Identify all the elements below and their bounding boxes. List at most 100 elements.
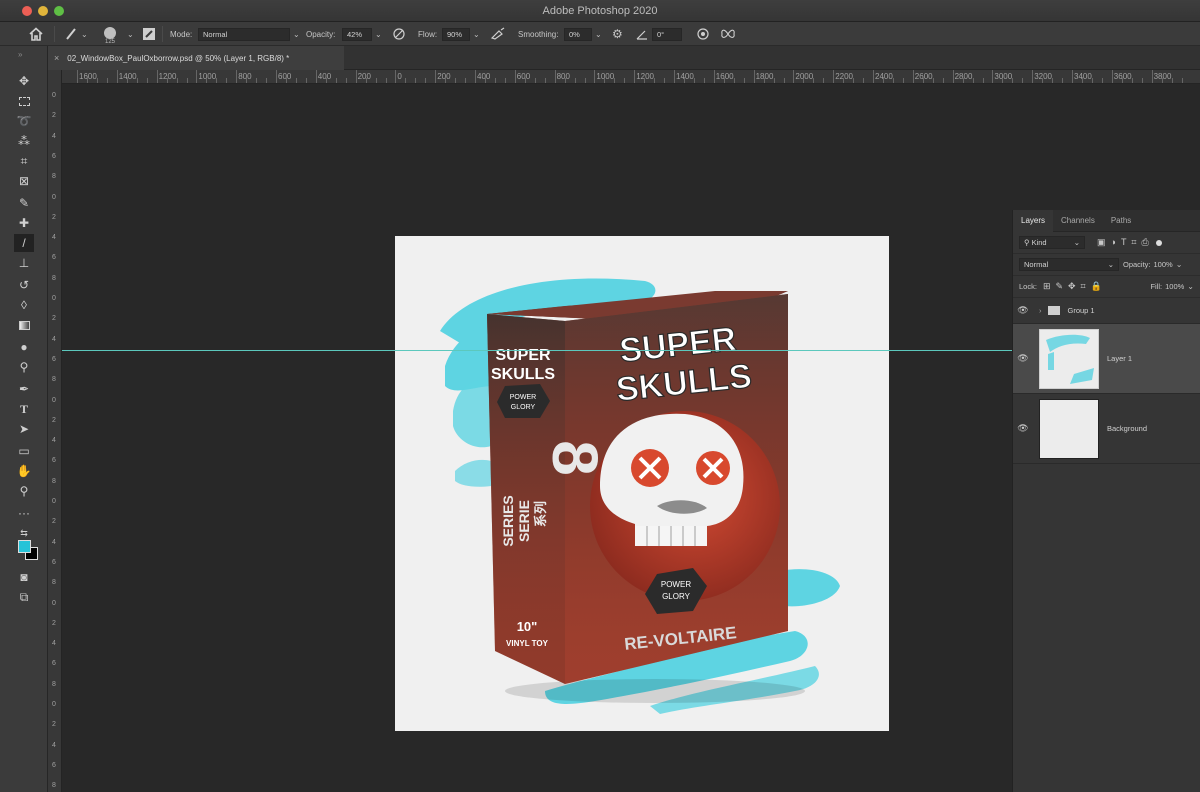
flow-input[interactable]: 90% ⌄ xyxy=(442,22,480,46)
pressure-size-toggle[interactable] xyxy=(696,22,710,46)
ruler-minor-mark xyxy=(564,78,566,83)
opacity-input[interactable]: 42% ⌄ xyxy=(342,22,382,46)
tools-collapse-icon[interactable]: » xyxy=(18,50,22,59)
ruler-tick-label: 6 xyxy=(52,660,56,668)
ruler-minor-mark xyxy=(375,78,377,83)
expand-chevron-icon[interactable]: › xyxy=(1039,306,1042,315)
pen-tool-icon[interactable]: ✒ xyxy=(14,380,34,398)
ruler-tick-label: 6 xyxy=(52,355,56,363)
ruler-tick-mark xyxy=(1072,70,1073,83)
ruler-minor-mark xyxy=(1062,78,1064,83)
path-selection-tool-icon[interactable]: ➤ xyxy=(14,420,34,438)
brush-settings-panel-button[interactable] xyxy=(142,22,156,46)
ruler-minor-mark xyxy=(863,78,865,83)
app-title: Adobe Photoshop 2020 xyxy=(542,5,658,17)
tab-paths[interactable]: Paths xyxy=(1103,210,1139,232)
pressure-opacity-toggle[interactable] xyxy=(392,22,406,46)
opacity-value: 42% xyxy=(342,27,372,41)
smoothing-input[interactable]: 0% ⌄ xyxy=(564,22,602,46)
document-tab[interactable]: × 02_WindowBox_PaulOxborrow.psd @ 50% (L… xyxy=(48,46,344,70)
ruler-minor-mark xyxy=(723,78,725,83)
flow-value: 90% xyxy=(442,27,470,41)
lock-label: Lock: xyxy=(1019,282,1037,291)
layer-opacity-value[interactable]: 100% xyxy=(1154,260,1173,269)
blur-tool-icon[interactable]: ● xyxy=(14,338,34,356)
ruler-minor-mark xyxy=(1171,78,1173,83)
brush-angle-value: 0° xyxy=(652,27,682,41)
type-tool-icon[interactable]: T xyxy=(14,400,34,418)
home-icon[interactable] xyxy=(28,22,44,46)
brush-tool-preset-button[interactable]: ⌄ xyxy=(64,22,88,46)
ruler-minor-mark xyxy=(455,78,457,83)
clone-stamp-tool-icon[interactable]: ⊥ xyxy=(14,254,34,272)
eraser-tool-icon[interactable]: ◊ xyxy=(14,296,34,314)
ruler-minor-mark xyxy=(465,78,467,83)
lock-icons[interactable]: ⊞✎✥⌗🔒 xyxy=(1043,281,1107,292)
ruler-minor-mark xyxy=(266,78,268,83)
visibility-eye-icon[interactable]: 👁 xyxy=(1013,305,1033,316)
layer-name: Layer 1 xyxy=(1107,354,1133,363)
fill-value[interactable]: 100% xyxy=(1165,282,1184,291)
horizontal-guide[interactable] xyxy=(62,350,1012,351)
crop-tool-icon[interactable]: ⌗ xyxy=(14,152,34,170)
magic-wand-tool-icon[interactable]: ⁂ xyxy=(14,132,34,150)
layer-row-background[interactable]: 👁 Background xyxy=(1013,394,1200,464)
ruler-tick-label: 2 xyxy=(52,213,56,221)
filter-kind-select[interactable]: ⚲ Kind ⌄ xyxy=(1019,236,1085,249)
dodge-tool-icon[interactable]: ⚲ xyxy=(14,358,34,376)
document-canvas[interactable]: SUPER SKULLS SUPER SKULLS POWER GLORY 8 … xyxy=(395,236,889,731)
blend-mode-select[interactable]: Normal ⌄ xyxy=(1019,258,1119,271)
flow-label: Flow: xyxy=(418,29,438,39)
close-tab-icon[interactable]: × xyxy=(54,53,59,63)
move-tool-icon[interactable]: ✥ xyxy=(14,72,34,90)
filter-toggle-icon[interactable] xyxy=(1155,239,1162,246)
airbrush-toggle[interactable] xyxy=(490,22,506,46)
badge-line2: GLORY xyxy=(662,592,691,601)
ruler-minor-mark xyxy=(485,78,486,83)
ruler-tick-mark xyxy=(77,70,78,83)
symmetry-butterfly-icon[interactable] xyxy=(720,22,736,46)
ruler-tick-label: 2 xyxy=(52,721,56,729)
visibility-eye-icon[interactable]: 👁 xyxy=(1013,353,1033,364)
vertical-ruler[interactable]: 0 2 4 6 8 0 2 4 6 8 0 2 4 6 8 0 2 4 6 8 0 2 4 6 8 0 2 4 6 8 0 2 4 6 8 xyxy=(48,70,62,792)
zoom-tool-icon[interactable]: ⚲ xyxy=(14,482,34,500)
screen-mode-icon[interactable]: ⧉ xyxy=(14,588,34,606)
brush-size-chevron-icon[interactable]: ⌄ xyxy=(127,30,134,39)
ruler-minor-mark xyxy=(1141,78,1143,83)
layer-row-group[interactable]: 👁 › Group 1 xyxy=(1013,298,1200,324)
lasso-tool-icon[interactable]: ➰ xyxy=(14,112,34,130)
panel-tabs: Layers Channels Paths xyxy=(1013,209,1200,232)
tools-panel: » ✥ ➰ ⁂ ⌗ ⊠ ✎ ✚ / ⊥ ↺ ◊ ● ⚲ ✒ T ➤ ▭ ✋ ⚲ … xyxy=(0,46,48,792)
brush-size-picker[interactable]: 125 xyxy=(104,22,116,46)
layer-name: Background xyxy=(1107,424,1148,433)
quick-mask-icon[interactable]: ◙ xyxy=(14,568,34,586)
ruler-minor-mark xyxy=(813,78,815,83)
brush-angle-input[interactable]: 0° xyxy=(652,22,682,46)
ruler-minor-mark xyxy=(1022,78,1024,83)
ruler-tick-label: 0 xyxy=(52,92,56,99)
filter-type-icons[interactable]: ▣◑T⌗⎙ xyxy=(1097,237,1154,248)
ruler-tick-label: 800 xyxy=(238,72,252,81)
frame-tool-icon[interactable]: ⊠ xyxy=(14,172,34,190)
tab-layers[interactable]: Layers xyxy=(1013,209,1054,232)
brush-tool-icon[interactable]: / xyxy=(14,234,34,252)
rectangle-tool-icon[interactable]: ▭ xyxy=(14,442,34,460)
foreground-color-swatch[interactable] xyxy=(18,540,31,553)
edit-toolbar-icon[interactable]: ··· xyxy=(14,504,34,522)
visibility-eye-icon[interactable]: 👁 xyxy=(1013,423,1033,434)
ruler-minor-mark xyxy=(335,78,337,83)
layer-name: Group 1 xyxy=(1067,306,1095,315)
mode-select[interactable]: Normal ⌄ xyxy=(198,22,300,46)
healing-brush-tool-icon[interactable]: ✚ xyxy=(14,214,34,232)
eyedropper-tool-icon[interactable]: ✎ xyxy=(14,194,34,212)
tab-channels[interactable]: Channels xyxy=(1053,210,1103,232)
marquee-tool-icon[interactable] xyxy=(14,92,34,110)
layer-row-layer1[interactable]: 👁 Layer 1 xyxy=(1013,324,1200,394)
hand-tool-icon[interactable]: ✋ xyxy=(14,462,34,480)
history-brush-tool-icon[interactable]: ↺ xyxy=(14,276,34,294)
gradient-tool-icon[interactable] xyxy=(14,316,34,334)
ruler-minor-mark xyxy=(296,78,297,83)
series-label2: SERIE xyxy=(516,500,532,542)
smoothing-options-gear-icon[interactable]: ⚙ xyxy=(612,22,623,46)
horizontal-ruler[interactable]: 1600 1400 1200 1000 800 600 400 200 0 200 400 600 80… xyxy=(62,70,1200,84)
